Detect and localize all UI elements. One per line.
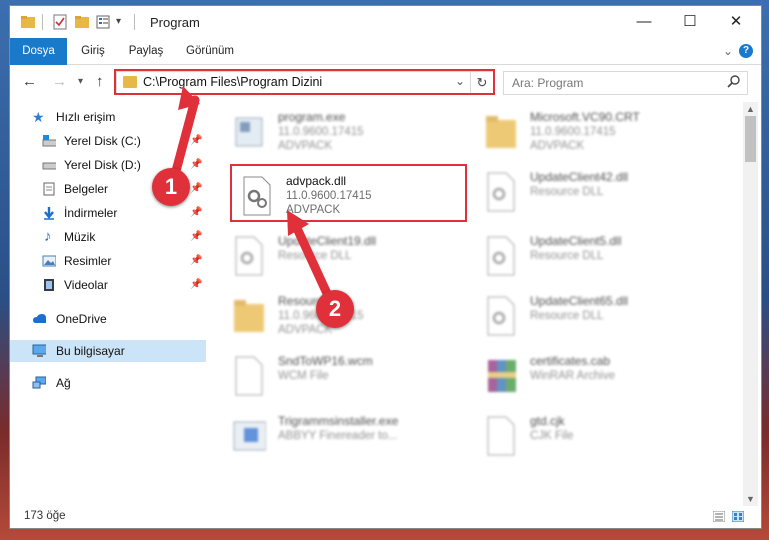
step-marker-1: 1 <box>152 168 190 206</box>
annotation-arrows <box>167 86 335 305</box>
step-marker-2: 2 <box>316 290 354 328</box>
arrow-2-icon <box>291 221 335 305</box>
